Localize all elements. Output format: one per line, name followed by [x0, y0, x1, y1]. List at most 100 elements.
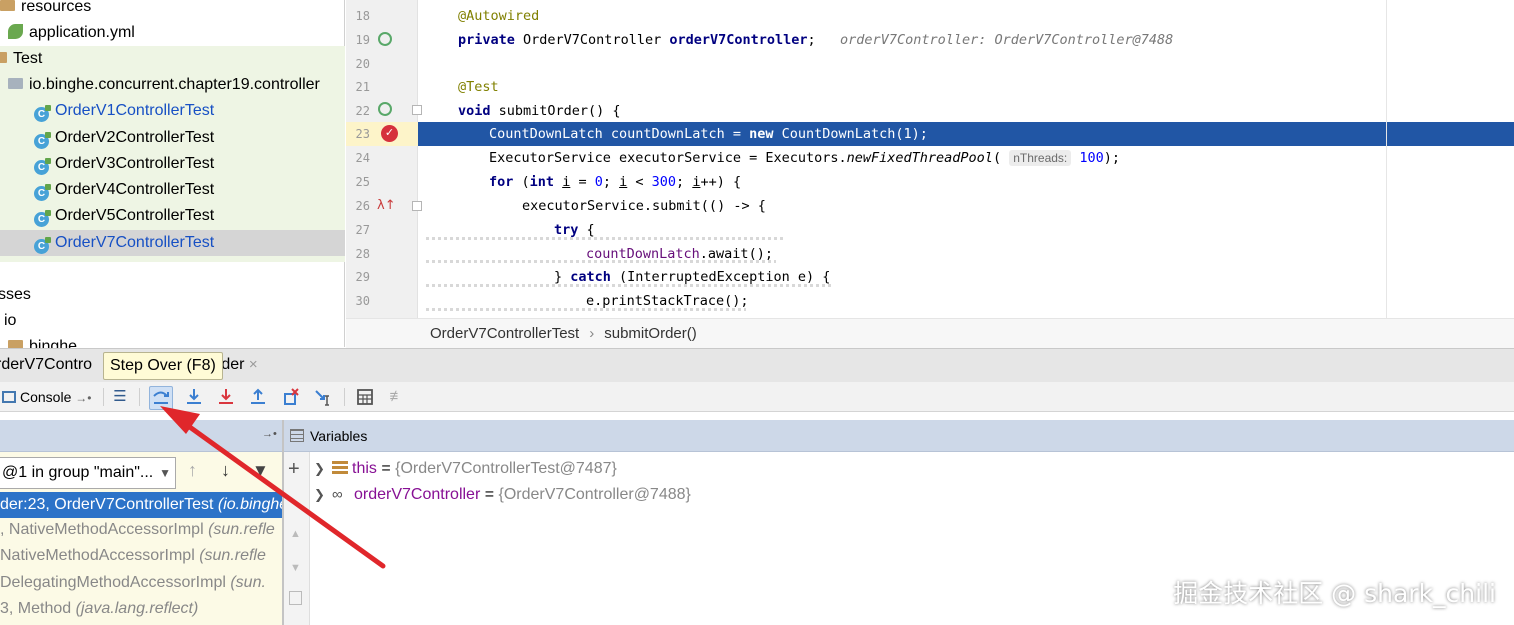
tree-item-application-yml[interactable]: application.yml — [8, 20, 135, 46]
warning-underline — [426, 284, 831, 287]
evaluate-expression-icon[interactable] — [354, 386, 376, 408]
code-line-18[interactable]: @Autowired — [418, 4, 539, 28]
tree-item-package[interactable]: io.binghe.concurrent.chapter19.controlle… — [8, 72, 320, 98]
warning-underline — [426, 260, 776, 263]
move-down-icon[interactable]: ▼ — [290, 562, 301, 574]
code-line-23[interactable]: CountDownLatch countDownLatch = new Coun… — [418, 122, 928, 146]
console-tab[interactable]: Console →• — [2, 386, 91, 408]
line-number[interactable]: 20 — [346, 52, 370, 76]
breadcrumb-gutter — [346, 318, 418, 348]
tree-item-resources[interactable]: resources — [0, 0, 91, 20]
add-watch-icon[interactable]: + — [288, 458, 300, 481]
step-over-button[interactable] — [149, 386, 173, 410]
debug-session-tab[interactable]: rderV7Contro — [0, 352, 92, 378]
pin-icon[interactable]: →• — [262, 428, 277, 440]
step-out-icon[interactable] — [247, 386, 269, 408]
console-icon — [2, 391, 16, 403]
line-number[interactable]: 29 — [346, 265, 370, 289]
frame-row[interactable]: NativeMethodAccessorImpl (sun.refle — [0, 543, 282, 569]
line-number[interactable]: 24 — [346, 146, 370, 170]
variable-row-ordercontroller[interactable]: ❯ ∞ orderV7Controller = {OrderV7Controller… — [314, 482, 691, 508]
step-into-icon[interactable] — [183, 386, 205, 408]
variables-icon — [290, 429, 304, 442]
watch-infinity-icon: ∞ — [332, 486, 343, 503]
breadcrumb-separator: › — [589, 325, 595, 342]
line-number[interactable]: 21 — [346, 75, 370, 99]
test-class-icon: C — [34, 184, 51, 201]
drop-frame-icon[interactable] — [280, 386, 302, 408]
tree-item-orderv5[interactable]: C OrderV5ControllerTest — [34, 203, 214, 229]
move-up-icon[interactable]: ▲ — [290, 528, 301, 540]
force-step-into-icon[interactable] — [215, 386, 237, 408]
code-line-26[interactable]: executorService.submit(() -> { — [418, 194, 766, 218]
field-icon — [332, 461, 348, 475]
lambda-breakpoint-icon[interactable]: λ↑ — [377, 198, 396, 213]
close-tab-icon[interactable]: × — [249, 356, 258, 373]
run-to-cursor-icon[interactable] — [312, 386, 334, 408]
chevron-down-icon: ▼ — [159, 466, 171, 480]
tree-item-classes[interactable]: sses — [0, 282, 31, 308]
line-number[interactable]: 25 — [346, 170, 370, 194]
bean-navigation-icon[interactable] — [378, 32, 392, 46]
breadcrumb-method[interactable]: submitOrder() — [604, 325, 697, 342]
test-class-icon: C — [34, 237, 51, 254]
breadcrumb: OrderV7ControllerTest › submitOrder() — [418, 318, 1514, 348]
right-margin-guide — [1386, 0, 1387, 318]
breakpoint-icon[interactable]: ✓ — [381, 125, 398, 142]
tree-item-orderv2[interactable]: C OrderV2ControllerTest — [34, 125, 214, 151]
test-class-icon: C — [34, 132, 51, 149]
code-line-19[interactable]: private OrderV7Controller orderV7Control… — [418, 28, 1173, 52]
frame-row[interactable]: der:23, OrderV7ControllerTest (io.binghe — [0, 492, 282, 518]
tree-item-test[interactable]: Test — [0, 46, 42, 72]
line-number[interactable]: 18 — [346, 4, 370, 28]
variable-row-this[interactable]: ❯ this = {OrderV7ControllerTest@7487} — [314, 456, 617, 482]
line-number[interactable]: 22 — [346, 99, 370, 123]
step-over-tooltip: Step Over (F8) — [103, 352, 223, 380]
parameter-hint: nThreads: — [1009, 150, 1072, 166]
code-line-25[interactable]: for (int i = 0; i < 300; i++) { — [418, 170, 741, 194]
arrow-up-icon[interactable]: ↑ — [188, 460, 197, 481]
frame-row[interactable]: 3, Method (java.lang.reflect) — [0, 596, 282, 622]
breadcrumb-class[interactable]: OrderV7ControllerTest — [430, 325, 579, 342]
line-number[interactable]: 27 — [346, 218, 370, 242]
test-class-icon: C — [34, 105, 51, 122]
yml-file-icon — [8, 24, 23, 39]
code-line-24[interactable]: ExecutorService executorService = Execut… — [418, 146, 1120, 170]
watermark: 掘金技术社区 @ shark_chili — [1173, 579, 1496, 608]
code-line-22[interactable]: void submitOrder() { — [418, 99, 621, 123]
test-class-icon: C — [34, 210, 51, 227]
line-number[interactable]: 30 — [346, 289, 370, 313]
variables-header: Variables — [284, 420, 1514, 452]
inline-debug-value: orderV7Controller: OrderV7Controller@748… — [840, 32, 1174, 48]
warning-underline — [426, 308, 746, 311]
package-icon — [8, 78, 23, 89]
warning-underline — [426, 237, 786, 240]
trace-icon[interactable]: ≢ — [386, 386, 408, 408]
frames-header: →• — [0, 420, 282, 452]
tree-item-orderv3[interactable]: C OrderV3ControllerTest — [34, 151, 214, 177]
toolbar-separator — [103, 388, 104, 406]
folder-icon — [0, 52, 7, 63]
frame-row[interactable]: , NativeMethodAccessorImpl (sun.refle — [0, 517, 282, 543]
code-line-21[interactable]: @Test — [418, 75, 499, 99]
thread-selector[interactable]: @1 in group "main"... ▼ — [0, 457, 176, 489]
line-number[interactable]: 28 — [346, 242, 370, 266]
arrow-down-icon[interactable]: ↓ — [221, 460, 230, 481]
tree-item-io[interactable]: io — [4, 308, 16, 334]
tree-item-orderv1[interactable]: C OrderV1ControllerTest — [34, 98, 214, 124]
copy-icon[interactable] — [289, 591, 302, 605]
chevron-right-icon[interactable]: ❯ — [314, 456, 332, 482]
line-number[interactable]: 23 — [346, 122, 370, 146]
frame-row[interactable]: DelegatingMethodAccessorImpl (sun. — [0, 570, 282, 596]
tree-item-orderv4[interactable]: C OrderV4ControllerTest — [34, 177, 214, 203]
chevron-right-icon[interactable]: ❯ — [314, 482, 332, 508]
tree-item-orderv7[interactable]: C OrderV7ControllerTest — [0, 230, 345, 256]
filter-icon[interactable]: ▼ — [252, 461, 269, 481]
line-number[interactable]: 26 — [346, 194, 370, 218]
toolbar-separator — [344, 388, 345, 406]
show-execution-point-icon[interactable]: ☰ — [109, 386, 131, 408]
run-test-icon[interactable] — [378, 102, 392, 116]
toolbar-separator — [139, 388, 140, 406]
pin-icon[interactable]: →• — [75, 391, 91, 405]
line-number[interactable]: 19 — [346, 28, 370, 52]
